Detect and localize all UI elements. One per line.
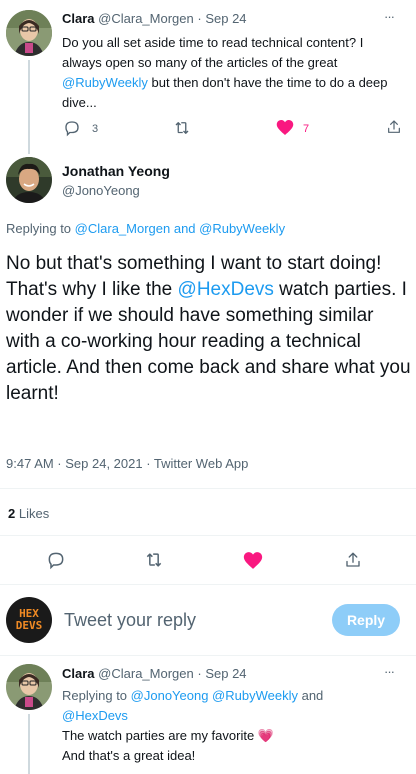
author-name[interactable]: Clara	[62, 666, 95, 681]
share-icon[interactable]	[342, 549, 364, 571]
like-icon[interactable]	[275, 117, 295, 137]
likes-count: 2	[8, 506, 16, 521]
retweet-icon[interactable]	[143, 549, 165, 571]
author-handle[interactable]: @JonoYeong	[62, 183, 140, 198]
reply-input[interactable]: Tweet your reply	[64, 610, 314, 631]
replying-to: Replying to @Clara_Morgen and @RubyWeekl…	[6, 221, 286, 236]
mention-link[interactable]: @RubyWeekly	[62, 75, 148, 90]
jonathan-avatar[interactable]	[6, 157, 52, 203]
author-handle[interactable]: @Clara_Morgen	[98, 666, 194, 681]
share-icon[interactable]	[384, 117, 404, 137]
likes-label: Likes	[18, 506, 50, 521]
likes-summary[interactable]: 2 Likes	[8, 506, 49, 521]
separator-dot: ·	[197, 666, 202, 681]
author-name[interactable]: Clara	[62, 11, 95, 26]
clara-avatar[interactable]	[6, 10, 52, 56]
reply-icon[interactable]	[45, 549, 67, 571]
reply-tweet-header: Clara @Clara_Morgen · Sep 24	[62, 666, 247, 681]
tweet-date[interactable]: Sep 24	[205, 666, 246, 681]
main-tweet-text: No but that's something I want to start …	[6, 253, 411, 404]
divider	[0, 535, 416, 536]
thread-line	[28, 714, 30, 774]
replying-to: Replying to @JonoYeong @RubyWeekly and @…	[62, 688, 324, 723]
reply-count: 3	[92, 123, 99, 135]
reply-icon[interactable]	[62, 118, 82, 138]
mention-link[interactable]: @HexDevs	[178, 279, 274, 300]
clara-avatar[interactable]	[6, 664, 52, 710]
thread-line	[28, 60, 30, 154]
separator-dot: ·	[197, 11, 202, 26]
more-icon[interactable]: ···	[384, 9, 395, 24]
reply-button[interactable]: Reply	[332, 604, 400, 636]
hexdevs-avatar[interactable]: HEX DEVS	[6, 597, 52, 643]
replying-to-users[interactable]: @JonoYeong @RubyWeekly	[131, 688, 298, 703]
sparkling-heart-icon: 💗	[257, 728, 274, 743]
replying-to-users[interactable]: @Clara_Morgen and @RubyWeekly	[75, 221, 285, 236]
tweet-date[interactable]: Sep 24	[205, 11, 246, 26]
like-count: 7	[303, 123, 310, 135]
divider	[0, 488, 416, 489]
parent-tweet-header: Clara @Clara_Morgen · Sep 24	[62, 11, 247, 26]
divider	[0, 655, 416, 656]
tweet-timestamp[interactable]: 9:47 AM · Sep 24, 2021 · Twitter Web App	[6, 456, 248, 471]
more-icon[interactable]: ···	[384, 664, 395, 679]
author-name[interactable]: Jonathan Yeong	[62, 163, 170, 179]
reply-tweet-text: The watch parties are my favorite 💗 And …	[62, 728, 274, 763]
parent-tweet-text: Do you all set aside time to read techni…	[62, 35, 388, 110]
author-handle[interactable]: @Clara_Morgen	[98, 11, 194, 26]
replying-to-users[interactable]: @HexDevs	[62, 708, 128, 723]
retweet-icon[interactable]	[172, 118, 192, 138]
like-icon[interactable]	[242, 549, 264, 571]
avatar-text: DEVS	[15, 619, 43, 632]
divider	[0, 584, 416, 585]
